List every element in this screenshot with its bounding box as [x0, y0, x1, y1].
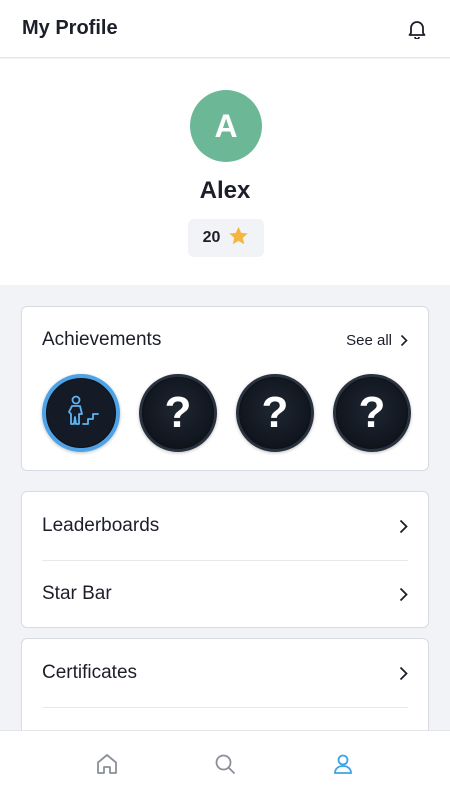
achievement-badge-unlocked[interactable] — [42, 374, 120, 452]
climbing-stairs-icon — [68, 395, 99, 425]
achievement-badge-locked[interactable]: ? — [333, 374, 411, 452]
home-icon — [97, 753, 117, 774]
see-all-label: See all — [346, 331, 392, 349]
menu-card: Leaderboards Star Bar — [21, 491, 429, 628]
menu-item-certificates[interactable]: Certificates — [22, 639, 428, 707]
user-icon — [334, 754, 352, 774]
menu-item-leaderboards[interactable]: Leaderboards — [22, 492, 428, 560]
bell-icon[interactable] — [406, 18, 428, 40]
achievements-card: Achievements See all ? ? ? — [21, 306, 429, 471]
page-title: My Profile — [22, 17, 118, 39]
tab-profile[interactable] — [323, 744, 363, 784]
star-icon — [228, 226, 249, 251]
chevron-right-icon — [400, 334, 408, 346]
chevron-right-icon — [399, 587, 408, 601]
profile-section: A Alex 20 — [0, 59, 450, 285]
achievement-badge-locked[interactable]: ? — [139, 374, 217, 452]
tab-home[interactable] — [87, 744, 127, 784]
divider — [42, 707, 408, 708]
search-icon — [215, 754, 235, 774]
star-count: 20 — [202, 229, 221, 246]
chevron-right-icon — [399, 519, 408, 533]
bottom-tab-bar — [0, 730, 450, 796]
menu-item-star-bar[interactable]: Star Bar — [22, 560, 428, 628]
menu-item-label: Leaderboards — [42, 515, 160, 536]
chevron-right-icon — [399, 666, 408, 680]
menu-item-label: Certificates — [42, 662, 138, 683]
achievements-title: Achievements — [42, 329, 162, 350]
avatar[interactable]: A — [190, 90, 262, 162]
profile-name: Alex — [199, 177, 251, 204]
star-count-badge: 20 — [188, 219, 264, 257]
tab-search[interactable] — [205, 744, 245, 784]
menu-item-label: Star Bar — [42, 583, 112, 604]
see-all-link[interactable]: See all — [346, 332, 408, 349]
achievement-badge-locked[interactable]: ? — [236, 374, 314, 452]
top-bar: My Profile — [0, 0, 450, 58]
